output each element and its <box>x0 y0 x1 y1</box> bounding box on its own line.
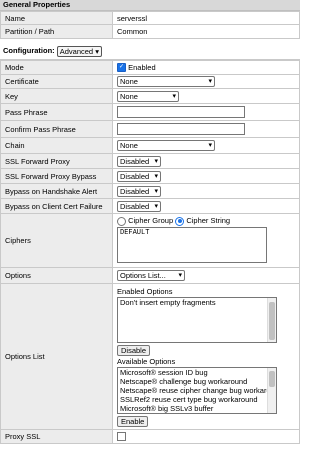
chain-label: Chain <box>0 137 113 154</box>
partition-value: Common <box>112 24 300 39</box>
cipher-group-label: Cipher Group <box>128 216 174 225</box>
chevron-down-icon: ▾ <box>154 172 158 180</box>
list-item[interactable]: Don't insert empty fragments <box>118 298 276 307</box>
general-properties-table: Name serverssl Partition / Path Common <box>0 11 300 39</box>
mode-label: Mode <box>0 60 113 75</box>
chevron-down-icon: ▾ <box>178 272 182 279</box>
options-list-label: Options List <box>0 283 113 430</box>
chain-select-value: None <box>120 141 138 150</box>
cipher-string-textarea[interactable]: DEFAULT <box>117 227 267 263</box>
chevron-down-icon: ▾ <box>154 202 158 210</box>
proxy-ssl-label: Proxy SSL <box>0 429 113 444</box>
ssl-forward-proxy-select[interactable]: Disabled ▾ <box>117 155 161 167</box>
bypass-client-cert-failure-label: Bypass on Client Cert Failure <box>0 198 113 214</box>
configuration-mode-value: Advanced <box>59 46 94 56</box>
list-item[interactable]: SSLRef2 reuse cert type bug workaround <box>118 395 276 404</box>
list-item[interactable]: Netscape® challenge bug workaround <box>118 377 276 386</box>
options-select[interactable]: Options List... ▾ <box>117 270 185 281</box>
list-item[interactable]: Microsoft® big SSLv3 buffer <box>118 404 276 413</box>
enabled-options-listbox[interactable]: Don't insert empty fragments <box>117 297 277 343</box>
proxy-ssl-checkbox[interactable] <box>117 432 126 442</box>
available-options-listbox[interactable]: Microsoft® session ID bug Netscape® chal… <box>117 367 277 414</box>
certificate-select[interactable]: None ▾ <box>117 76 215 87</box>
enable-button[interactable]: Enable <box>117 416 149 427</box>
mode-enabled-checkbox[interactable]: ✓ <box>117 63 126 73</box>
ssl-forward-proxy-label: SSL Forward Proxy <box>0 153 113 169</box>
general-properties-header: General Properties <box>0 0 300 11</box>
configuration-table: Mode ✓ Enabled Certificate None ▾ Key No… <box>0 60 300 444</box>
cipher-string-label: Cipher String <box>186 216 231 225</box>
options-select-value: Options List... <box>120 271 166 280</box>
certificate-label: Certificate <box>0 74 113 89</box>
ciphers-label: Ciphers <box>0 213 113 268</box>
partition-label: Partition / Path <box>0 24 113 39</box>
bypass-handshake-alert-label: Bypass on Handshake Alert <box>0 183 113 199</box>
certificate-select-value: None <box>120 77 138 86</box>
options-label: Options <box>0 267 113 284</box>
scrollbar[interactable] <box>267 368 276 413</box>
configuration-mode-select[interactable]: Advanced ▾ <box>56 45 102 57</box>
chevron-down-icon: ▾ <box>208 142 212 149</box>
mode-enabled-label: Enabled <box>128 62 156 72</box>
ssl-forward-proxy-bypass-label: SSL Forward Proxy Bypass <box>0 168 113 184</box>
name-label: Name <box>0 11 113 25</box>
chevron-down-icon: ▾ <box>154 157 158 165</box>
list-item[interactable]: Netscape® reuse cipher change bug workar… <box>118 386 276 395</box>
list-item[interactable]: Microsoft® session ID bug <box>118 368 276 377</box>
confirm-pass-phrase-label: Confirm Pass Phrase <box>0 120 113 138</box>
bypass-client-cert-failure-value: Disabled <box>120 201 150 211</box>
scrollbar-thumb[interactable] <box>269 371 275 387</box>
chevron-down-icon: ▾ <box>208 78 212 85</box>
disable-button[interactable]: Disable <box>117 345 151 356</box>
configuration-header: Configuration: Advanced ▾ <box>0 43 300 60</box>
bypass-handshake-alert-value: Disabled <box>120 186 150 196</box>
available-options-title: Available Options <box>117 357 176 366</box>
pass-phrase-label: Pass Phrase <box>0 103 113 121</box>
ssl-forward-proxy-value: Disabled <box>120 156 150 166</box>
scrollbar[interactable] <box>267 298 276 342</box>
cipher-string-radio[interactable] <box>175 216 185 226</box>
ssl-forward-proxy-bypass-select[interactable]: Disabled ▾ <box>117 170 161 182</box>
chevron-down-icon: ▾ <box>95 46 99 56</box>
cipher-group-radio[interactable] <box>117 216 126 226</box>
bypass-handshake-alert-select[interactable]: Disabled ▾ <box>117 185 161 197</box>
pass-phrase-input[interactable] <box>117 106 245 118</box>
key-select-value: None <box>120 91 138 101</box>
name-value: serverssl <box>112 11 300 25</box>
cipher-string-value: DEFAULT <box>120 229 150 237</box>
bypass-client-cert-failure-select[interactable]: Disabled ▾ <box>117 200 161 212</box>
ssl-forward-proxy-bypass-value: Disabled <box>120 171 150 181</box>
chevron-down-icon: ▾ <box>172 92 176 100</box>
chevron-down-icon: ▾ <box>154 187 158 195</box>
configuration-title: Configuration: <box>3 46 55 55</box>
key-select[interactable]: None ▾ <box>117 90 179 102</box>
confirm-pass-phrase-input[interactable] <box>117 123 245 135</box>
scrollbar-thumb[interactable] <box>269 302 275 340</box>
key-label: Key <box>0 88 113 104</box>
chain-select[interactable]: None ▾ <box>117 140 215 151</box>
enabled-options-title: Enabled Options <box>117 287 173 296</box>
